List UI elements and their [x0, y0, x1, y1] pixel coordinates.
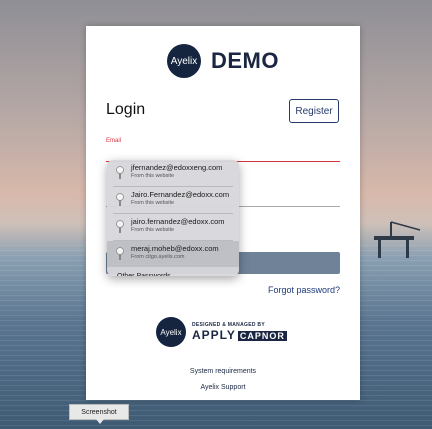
autofill-item[interactable]: meraj.moheb@edoxx.com From citgo.ayelix.… [107, 241, 239, 267]
apply-word: APPLY [192, 328, 236, 342]
applycapnor-logo: DESIGNED & MANAGED BY APPLY CAPNOR [192, 322, 287, 342]
autofill-item[interactable]: Jairo.Fernandez@edoxx.com From this webs… [107, 187, 239, 213]
key-icon [116, 193, 124, 206]
apply-text: APPLY CAPNOR [192, 328, 287, 342]
password-autofill-popup: jfernandez@edoxxeng.com From this websit… [107, 160, 239, 276]
ayelix-footer-logo: Ayelix [156, 317, 186, 347]
autofill-source: From citgo.ayelix.com [131, 254, 185, 260]
autofill-source: From this website [131, 227, 175, 233]
autofill-item[interactable]: jfernandez@edoxxeng.com From this websit… [107, 160, 239, 186]
footer-branding: Ayelix DESIGNED & MANAGED BY APPLY CAPNOR [156, 317, 287, 347]
key-icon [116, 166, 124, 179]
ayelix-support-link[interactable]: Ayelix Support [86, 384, 360, 391]
forgot-password-link[interactable]: Forgot password? [268, 285, 340, 295]
key-icon [116, 247, 124, 260]
autofill-item[interactable]: jairo.fernandez@edoxx.com From this webs… [107, 214, 239, 240]
brand-name: DEMO [211, 48, 279, 73]
oil-rig-silhouette [374, 221, 421, 258]
other-passwords-option[interactable]: Other Passwords... [107, 267, 239, 276]
system-requirements-link[interactable]: System requirements [86, 368, 360, 375]
register-button[interactable]: Register [289, 99, 339, 123]
autofill-source: From this website [131, 200, 175, 206]
autofill-source: From this website [131, 173, 175, 179]
autofill-email: jairo.fernandez@edoxx.com [131, 217, 225, 226]
autofill-email: Jairo.Fernandez@edoxx.com [131, 190, 230, 199]
screenshot-tooltip: Screenshot [69, 404, 129, 424]
brand-header: Ayelix DEMO [86, 44, 360, 78]
autofill-email: meraj.moheb@edoxx.com [131, 244, 219, 253]
key-icon [116, 220, 124, 233]
login-title: Login [106, 101, 146, 118]
email-label: Email [106, 138, 122, 144]
autofill-email: jfernandez@edoxxeng.com [131, 163, 223, 172]
ayelix-logo: Ayelix [167, 44, 201, 78]
capnor-word: CAPNOR [237, 331, 287, 341]
